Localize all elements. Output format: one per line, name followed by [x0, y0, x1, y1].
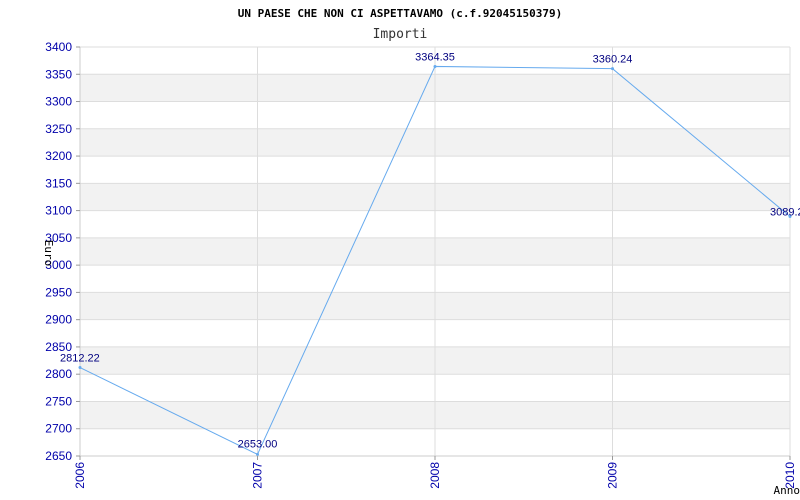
- x-tick-label: 2008: [428, 462, 442, 489]
- data-label: 3089.2: [770, 206, 800, 218]
- data-label: 2653.00: [238, 438, 278, 450]
- y-tick-label: 3250: [45, 122, 72, 136]
- y-tick-label: 3300: [45, 95, 72, 109]
- y-axis-label: Euro: [42, 240, 55, 267]
- x-tick-label: 2006: [73, 462, 87, 489]
- chart-subtitle: Importi: [373, 27, 428, 42]
- data-point: [611, 67, 614, 71]
- y-tick-label: 2650: [45, 449, 72, 463]
- line-chart: UN PAESE CHE NON CI ASPETTAVAMO (c.f.920…: [42, 7, 800, 497]
- y-tick-label: 2700: [45, 422, 72, 436]
- y-tick-label: 2800: [45, 367, 72, 381]
- data-label: 3360.24: [593, 54, 633, 66]
- x-tick-label: 2009: [606, 462, 620, 489]
- x-axis-ticks: 2006 2007 2008 2009 2010: [73, 456, 797, 489]
- data-point: [256, 452, 259, 456]
- y-tick-label: 3150: [45, 176, 72, 190]
- data-label: 2812.22: [60, 353, 100, 365]
- data-point: [433, 64, 437, 68]
- y-tick-label: 2900: [45, 313, 72, 327]
- y-tick-label: 3200: [45, 149, 72, 163]
- data-label: 3364.35: [415, 51, 455, 63]
- chart-title: UN PAESE CHE NON CI ASPETTAVAMO (c.f.920…: [238, 7, 563, 20]
- y-tick-label: 3400: [45, 40, 72, 54]
- y-tick-label: 2750: [45, 394, 72, 408]
- data-point: [78, 366, 82, 370]
- y-tick-label: 2950: [45, 285, 72, 299]
- y-tick-label: 3350: [45, 67, 72, 81]
- y-tick-label: 3100: [45, 204, 72, 218]
- x-axis-label: Anno: [774, 484, 800, 497]
- x-tick-label: 2007: [251, 462, 265, 489]
